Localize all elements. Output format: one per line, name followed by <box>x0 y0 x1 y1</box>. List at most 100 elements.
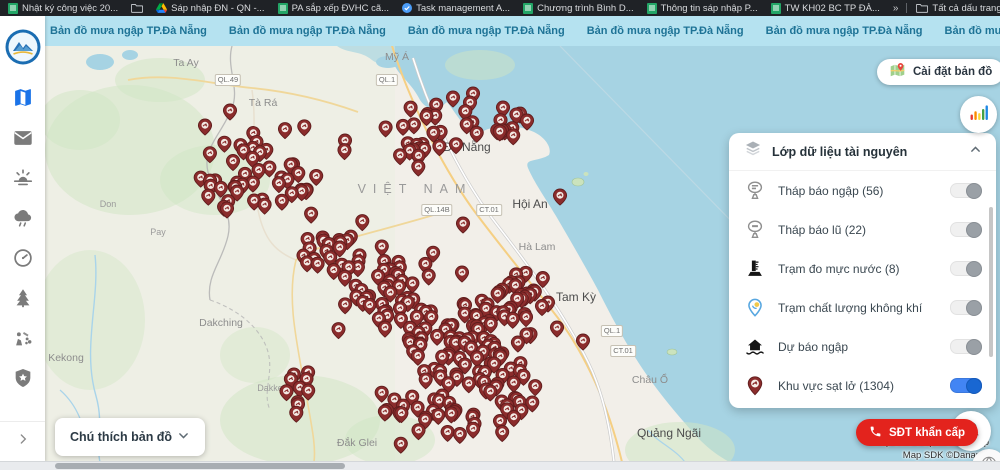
statistics-chart-button[interactable] <box>960 96 997 133</box>
toggle-knob <box>966 183 982 199</box>
app-tab[interactable]: Bản đồ mưa ngập TP.Đà Nẵng <box>229 25 386 37</box>
app-tab-bar: Bản đồ mưa ngập TP.Đà Nẵng Bản đồ mưa ngậ… <box>0 16 1000 46</box>
layer-toggle[interactable] <box>950 378 982 393</box>
layer-row[interactable]: Tháp báo lũ (22) <box>729 210 996 249</box>
bookmarks-bar: Nhật ký công việc 20... Sáp nhập ĐN - QN … <box>0 0 1000 16</box>
map-settings-button[interactable]: Cài đặt bản đồ <box>877 59 1000 85</box>
landslide-area-pin-icon <box>743 374 767 398</box>
layer-toggle[interactable] <box>950 183 982 198</box>
layers-panel-header[interactable]: Lớp dữ liệu tài nguyên <box>729 133 996 171</box>
sidebar-item-map[interactable] <box>11 89 34 112</box>
folder-icon <box>916 3 928 13</box>
bookmark-item[interactable]: TW KH02 BC TP ĐÀ... <box>771 3 880 14</box>
layer-toggle[interactable] <box>950 222 982 237</box>
toggle-knob <box>966 339 982 355</box>
map-pin-icon <box>889 62 906 82</box>
sidebar-item-tree[interactable] <box>11 289 34 312</box>
bookmarks-right: » Tất cả dấu trang <box>893 3 1000 14</box>
layer-label: Trạm chất lượng không khí <box>778 301 939 315</box>
phone-icon <box>869 425 882 441</box>
bookmarks-overflow-chevron[interactable]: » <box>893 3 898 14</box>
layer-row[interactable]: Trạm đo mực nước (8) <box>729 249 996 288</box>
layers-icon <box>743 139 763 164</box>
chevron-up-icon[interactable] <box>969 143 982 161</box>
island <box>572 178 584 186</box>
sidebar-item-gauge[interactable] <box>11 249 34 272</box>
flood-warning-tower-icon <box>743 218 767 242</box>
layer-row[interactable]: Khu vực sạt lở (1304) <box>729 366 996 405</box>
air-quality-station-icon <box>743 296 767 320</box>
app-tab[interactable]: Bản đồ mưa ngập TP.Đà Nẵng <box>587 25 744 37</box>
layer-label: Khu vực sạt lở (1304) <box>778 379 939 393</box>
sidebar-item-rain[interactable] <box>11 209 34 232</box>
toggle-knob <box>966 222 982 238</box>
layer-row[interactable]: Dự báo ngập <box>729 327 996 366</box>
panel-scrollbar[interactable] <box>989 207 993 357</box>
app-window: Nhật ký công việc 20... Sáp nhập ĐN - QN … <box>0 0 1000 470</box>
app-tab[interactable]: Bản đồ mưa ngập TP.Đà Nẵng <box>945 25 1000 37</box>
landslide-icon <box>12 327 34 354</box>
drive-icon <box>156 3 167 13</box>
sidebar-item-shield[interactable] <box>11 369 34 392</box>
app-tab[interactable]: Bản đồ mưa ngập TP.Đà Nẵng <box>766 25 923 37</box>
sheets-icon <box>771 3 781 14</box>
layer-row[interactable]: Tháp báo ngập (56) <box>729 171 996 210</box>
sidebar-item-landslide[interactable] <box>11 329 34 352</box>
layer-label: Tháp báo ngập (56) <box>778 184 939 198</box>
toggle-knob <box>966 378 982 394</box>
tree-icon <box>12 287 34 314</box>
layers-panel-title: Lớp dữ liệu tài nguyên <box>772 145 960 159</box>
app-logo[interactable] <box>5 29 41 65</box>
bookmark-item[interactable]: Sáp nhập ĐN - QN -... <box>156 3 264 14</box>
sunrise-icon <box>12 167 34 194</box>
flood-forecast-icon <box>743 335 767 359</box>
chevron-down-icon <box>177 429 190 445</box>
bookmark-item[interactable]: Chương trình Bình D... <box>523 3 634 14</box>
app-tab[interactable]: Bản đồ mưa ngập TP.Đà Nẵng <box>50 25 207 37</box>
sheets-icon <box>523 3 533 14</box>
bookmark-item[interactable]: PA sắp xếp ĐVHC cã... <box>278 3 390 14</box>
layers-panel: Lớp dữ liệu tài nguyên Tháp báo ngập (56… <box>729 133 996 408</box>
horizontal-scrollbar-thumb[interactable] <box>55 463 345 469</box>
layer-toggle[interactable] <box>950 261 982 276</box>
bookmark-list: Nhật ký công việc 20... Sáp nhập ĐN - QN … <box>8 3 880 14</box>
sheets-icon <box>647 3 657 14</box>
app-tab[interactable]: Bản đồ mưa ngập TP.Đà Nẵng <box>408 25 565 37</box>
shield-icon <box>12 367 34 394</box>
rain-icon <box>12 207 34 234</box>
chevron-right-icon <box>15 431 31 452</box>
task-icon <box>402 3 412 13</box>
horizontal-scrollbar[interactable] <box>0 461 1000 470</box>
layer-row[interactable]: Trạm chất lượng không khí <box>729 288 996 327</box>
emergency-phone-button[interactable]: SĐT khẩn cấp <box>856 419 978 446</box>
sidebar-icon-list <box>11 89 34 392</box>
sidebar-item-mail[interactable] <box>11 129 34 152</box>
island <box>667 349 677 355</box>
flood-tower-icon <box>743 179 767 203</box>
left-sidebar <box>0 16 45 462</box>
bookmarks-divider <box>906 3 907 13</box>
map-icon <box>12 87 34 114</box>
sidebar-expand-button[interactable] <box>0 421 45 462</box>
bookmark-item[interactable]: Thông tin sáp nhập P... <box>647 3 758 14</box>
map-legend-button[interactable]: Chú thích bản đồ <box>55 418 205 456</box>
sidebar-item-sunrise[interactable] <box>11 169 34 192</box>
gauge-icon <box>12 247 34 274</box>
bar-chart-icon <box>969 102 989 127</box>
sheets-icon <box>278 3 288 14</box>
folder-icon <box>131 3 143 13</box>
toggle-knob <box>966 300 982 316</box>
layer-label: Dự báo ngập <box>778 340 939 354</box>
layer-toggle[interactable] <box>950 339 982 354</box>
toggle-knob <box>966 261 982 277</box>
layers-list: Tháp báo ngập (56) Tháp báo lũ (22) Trạm đ… <box>729 171 996 405</box>
mail-icon <box>12 127 34 154</box>
bookmark-item[interactable]: Nhật ký công việc 20... <box>8 3 118 14</box>
bookmark-item[interactable] <box>131 3 143 13</box>
layer-label: Tháp báo lũ (22) <box>778 223 939 237</box>
sheets-icon <box>8 3 18 14</box>
bookmark-item[interactable]: Task management A... <box>402 3 510 14</box>
layer-toggle[interactable] <box>950 300 982 315</box>
layer-label: Trạm đo mực nước (8) <box>778 262 939 276</box>
all-bookmarks-button[interactable]: Tất cả dấu trang <box>916 3 1000 14</box>
